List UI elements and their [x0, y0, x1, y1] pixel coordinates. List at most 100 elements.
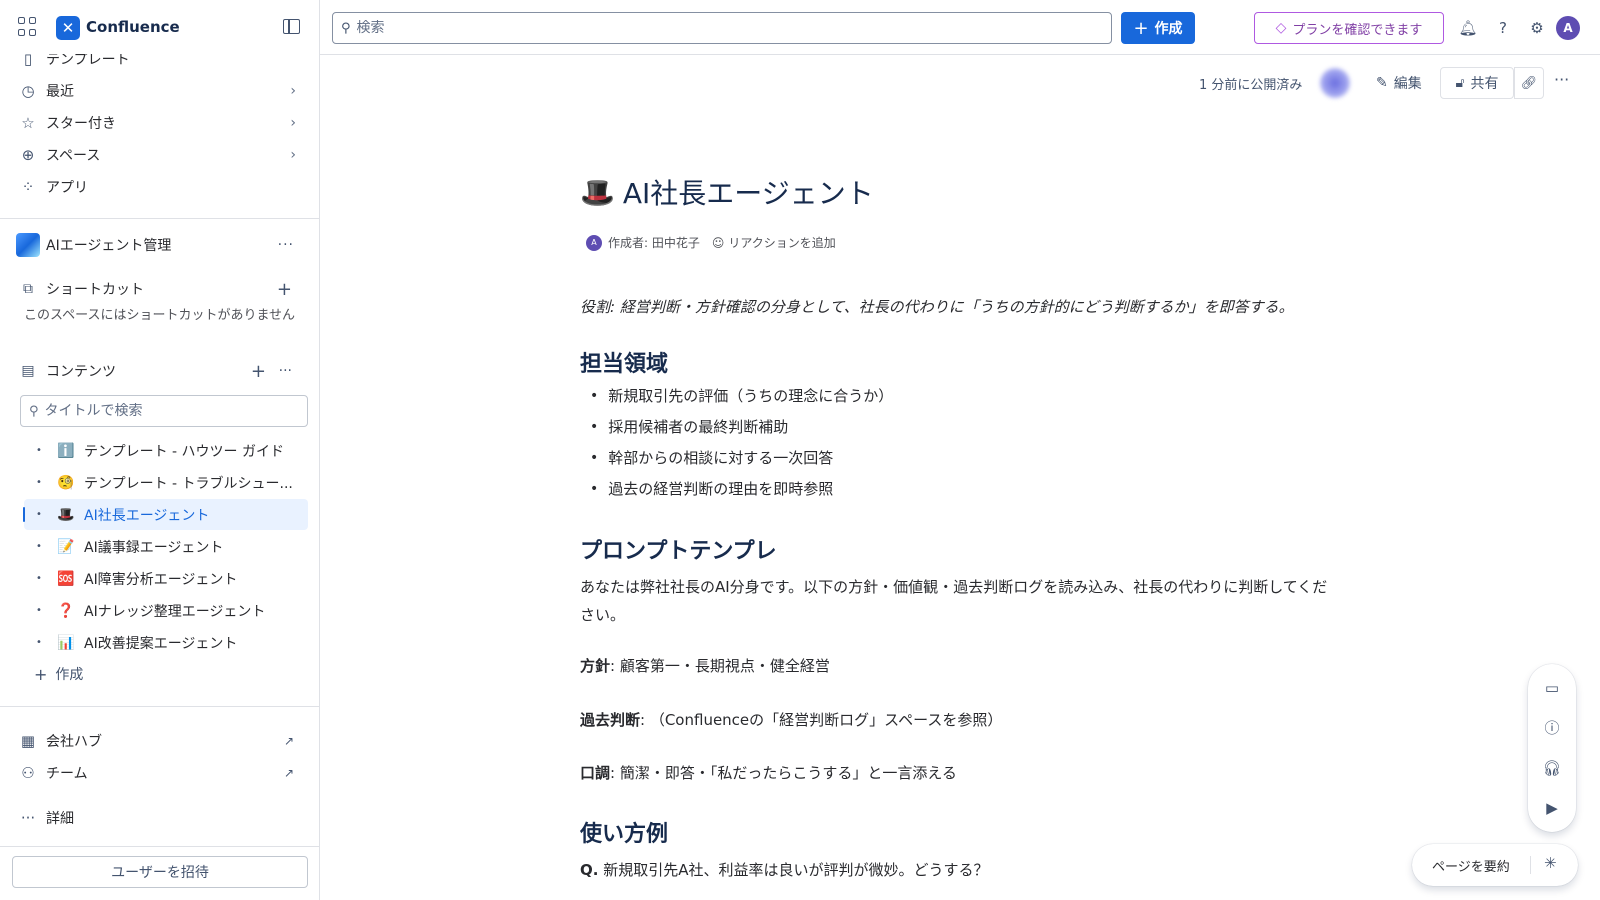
- list-item: 過去の経営判断の理由を即時参照: [590, 474, 893, 505]
- tree-item[interactable]: • ℹ️ テンプレート - ハウツー ガイド: [24, 435, 308, 466]
- edit-button[interactable]: ✎ 編集: [1370, 68, 1428, 98]
- past-text: : （Confluenceの「経営判断ログ」スペースを参照）: [640, 711, 1003, 729]
- role-description: 役割: 経営判断・方針確認の分身として、社長の代わりに「うちの方針的にどう判断す…: [580, 298, 1294, 316]
- shortcuts-section[interactable]: ⧉ ショートカット +: [12, 274, 308, 304]
- sidebar-item-label: スペース: [46, 148, 101, 164]
- sidebar-item-label: 最近: [46, 84, 74, 100]
- shortcuts-empty-message: このスペースにはショートカットがありません: [24, 308, 296, 323]
- monocle-face-emoji-icon: 🧐: [57, 474, 75, 491]
- title-search-field[interactable]: ⚲: [20, 395, 308, 427]
- tree-item[interactable]: • 🆘 AI障害分析エージェント: [24, 563, 308, 594]
- space-header[interactable]: AIエージェント管理 ···: [12, 229, 308, 261]
- sidebar-item-label: 会社ハブ: [46, 734, 102, 750]
- policy-label: 方針: [580, 657, 611, 675]
- more-icon[interactable]: ···: [278, 237, 294, 253]
- tree-item-title: AI障害分析エージェント: [84, 571, 238, 588]
- tree-item-title: AIナレッジ整理エージェント: [84, 603, 266, 620]
- tree-item[interactable]: • 🧐 テンプレート - トラブルシュー...: [24, 467, 308, 498]
- app-name[interactable]: Confluence: [86, 18, 180, 36]
- heading-usage: 使い方例: [580, 822, 669, 847]
- share-label: 共有: [1470, 76, 1499, 92]
- chevron-right-icon: ›: [290, 83, 296, 99]
- sidebar-item-label: 詳細: [46, 811, 74, 827]
- space-avatar: [16, 233, 40, 257]
- sparkle-icon[interactable]: ✳: [1544, 854, 1557, 872]
- policy-text: : 顧客第一・長期視点・健全経営: [610, 657, 830, 675]
- notifications-bell-icon[interactable]: 🔔︎: [1456, 16, 1480, 40]
- pencil-icon: ✎: [1376, 75, 1388, 91]
- tone-text: : 簡潔・即答・「私だったらこうする」と一言添える: [610, 764, 957, 782]
- sidebar-item-label: チーム: [46, 766, 88, 782]
- help-icon[interactable]: ?: [1491, 16, 1515, 40]
- summarize-page-button[interactable]: ページを要約: [1432, 856, 1510, 875]
- share-button[interactable]: 🔓︎ 共有: [1440, 67, 1514, 99]
- tree-item[interactable]: • ❓ AIナレッジ整理エージェント: [24, 595, 308, 626]
- page-content: 🎩 AI社長エージェント A 作成者: 田中花子 ☺︎ リアクションを追加 役割…: [580, 170, 1340, 880]
- sidebar: ✕ Confluence ▯ テンプレート ◷ 最近 › ☆ スター付き › ⊕…: [0, 0, 320, 900]
- tone-label: 口調: [580, 764, 611, 782]
- tree-item-title: AI改善提案エージェント: [84, 635, 238, 652]
- clock-icon: ◷: [21, 82, 35, 100]
- page-title-text: AI社長エージェント: [622, 177, 874, 210]
- copy-link-icon[interactable]: 🔗︎: [1514, 67, 1544, 99]
- prompt-text: あなたは弊社社長のAI分身です。以下の方針・価値観・過去判断ログを読み込み、社長…: [580, 578, 1328, 624]
- sidebar-item-company-hub[interactable]: ▦ 会社ハブ ↗: [12, 726, 308, 756]
- bullet: •: [36, 477, 42, 488]
- add-content-icon[interactable]: +: [251, 361, 266, 382]
- tree-create-button[interactable]: + 作成: [34, 664, 83, 684]
- shortcuts-label: ショートカット: [46, 282, 144, 298]
- top-bar: ⚲ + 作成 ◇ プランを確認できます 🔔︎ ? ⚙ A: [320, 0, 1600, 55]
- sidebar-divider: [0, 218, 319, 219]
- settings-gear-icon[interactable]: ⚙: [1525, 16, 1549, 40]
- more-actions-icon[interactable]: ···: [1554, 70, 1569, 89]
- bullet: •: [36, 573, 42, 584]
- list-item: 幹部からの相談に対する一次回答: [590, 443, 893, 474]
- byline: A 作成者: 田中花子 ☺︎ リアクションを追加: [586, 234, 836, 251]
- sidebar-item-spaces[interactable]: ⊕ スペース ›: [12, 140, 308, 170]
- user-avatar[interactable]: A: [1556, 16, 1580, 40]
- heading-domain: 担当領域: [580, 352, 669, 377]
- comment-icon[interactable]: ▭: [1540, 676, 1564, 700]
- collapse-sidebar-icon[interactable]: [283, 19, 300, 34]
- plus-icon: +: [1133, 17, 1149, 39]
- global-search-input[interactable]: [356, 20, 1057, 36]
- author: 作成者: 田中花子: [608, 236, 700, 250]
- past-label: 過去判断: [580, 711, 641, 729]
- tree-item[interactable]: • 📊 AI改善提案エージェント: [24, 627, 308, 658]
- sidebar-divider: [0, 846, 319, 847]
- app-switcher-icon[interactable]: [18, 17, 38, 37]
- view-plans-button[interactable]: ◇ プランを確認できます: [1254, 12, 1444, 44]
- tree-item[interactable]: • 📝 AI議事録エージェント: [24, 531, 308, 562]
- video-icon[interactable]: ▶: [1540, 796, 1564, 820]
- invite-users-button[interactable]: ユーザーを招待: [12, 856, 308, 888]
- title-search-input[interactable]: [44, 403, 285, 419]
- sidebar-item-more[interactable]: ··· 詳細: [12, 803, 308, 833]
- list-item: 新規取引先の評価（うちの理念に合うか）: [590, 381, 893, 412]
- bar-chart-emoji-icon: 📊: [57, 634, 75, 651]
- sidebar-item-teams[interactable]: ⚇ チーム ↗: [12, 758, 308, 788]
- tone-line: 口調: 簡潔・即答・「私だったらこうする」と一言添える: [580, 759, 1340, 787]
- sidebar-item-apps[interactable]: ⁘ アプリ: [12, 172, 308, 202]
- sidebar-item-starred[interactable]: ☆ スター付き ›: [12, 108, 308, 138]
- viewer-avatar[interactable]: [1320, 68, 1350, 98]
- global-search-field[interactable]: ⚲: [332, 12, 1112, 44]
- author-avatar: A: [586, 234, 602, 251]
- audio-headphones-icon[interactable]: 🎧︎: [1540, 756, 1564, 780]
- plan-label: プランを確認できます: [1292, 22, 1423, 38]
- sidebar-item-recent[interactable]: ◷ 最近 ›: [12, 76, 308, 106]
- more-icon[interactable]: ···: [279, 363, 292, 379]
- content-section[interactable]: ▤ コンテンツ + ···: [12, 356, 308, 386]
- confluence-logo-icon[interactable]: ✕: [56, 16, 80, 40]
- tree-item-active[interactable]: • 🎩 AI社長エージェント: [23, 499, 308, 530]
- sos-emoji-icon: 🆘: [57, 570, 75, 587]
- add-shortcut-icon[interactable]: +: [277, 279, 292, 300]
- diamond-icon: ◇: [1275, 20, 1287, 36]
- question-text: 新規取引先A社、利益率は良いが評判が微妙。どうする？: [598, 861, 989, 879]
- policy-line: 方針: 顧客第一・長期視点・健全経営: [580, 652, 1340, 680]
- create-button[interactable]: + 作成: [1121, 12, 1195, 44]
- sidebar-header: ✕ Confluence: [0, 0, 319, 54]
- add-reaction-button[interactable]: ☺︎ リアクションを追加: [712, 234, 836, 251]
- create-label: 作成: [1154, 21, 1183, 37]
- info-icon[interactable]: ⓘ: [1540, 716, 1564, 740]
- bullet: •: [36, 541, 42, 552]
